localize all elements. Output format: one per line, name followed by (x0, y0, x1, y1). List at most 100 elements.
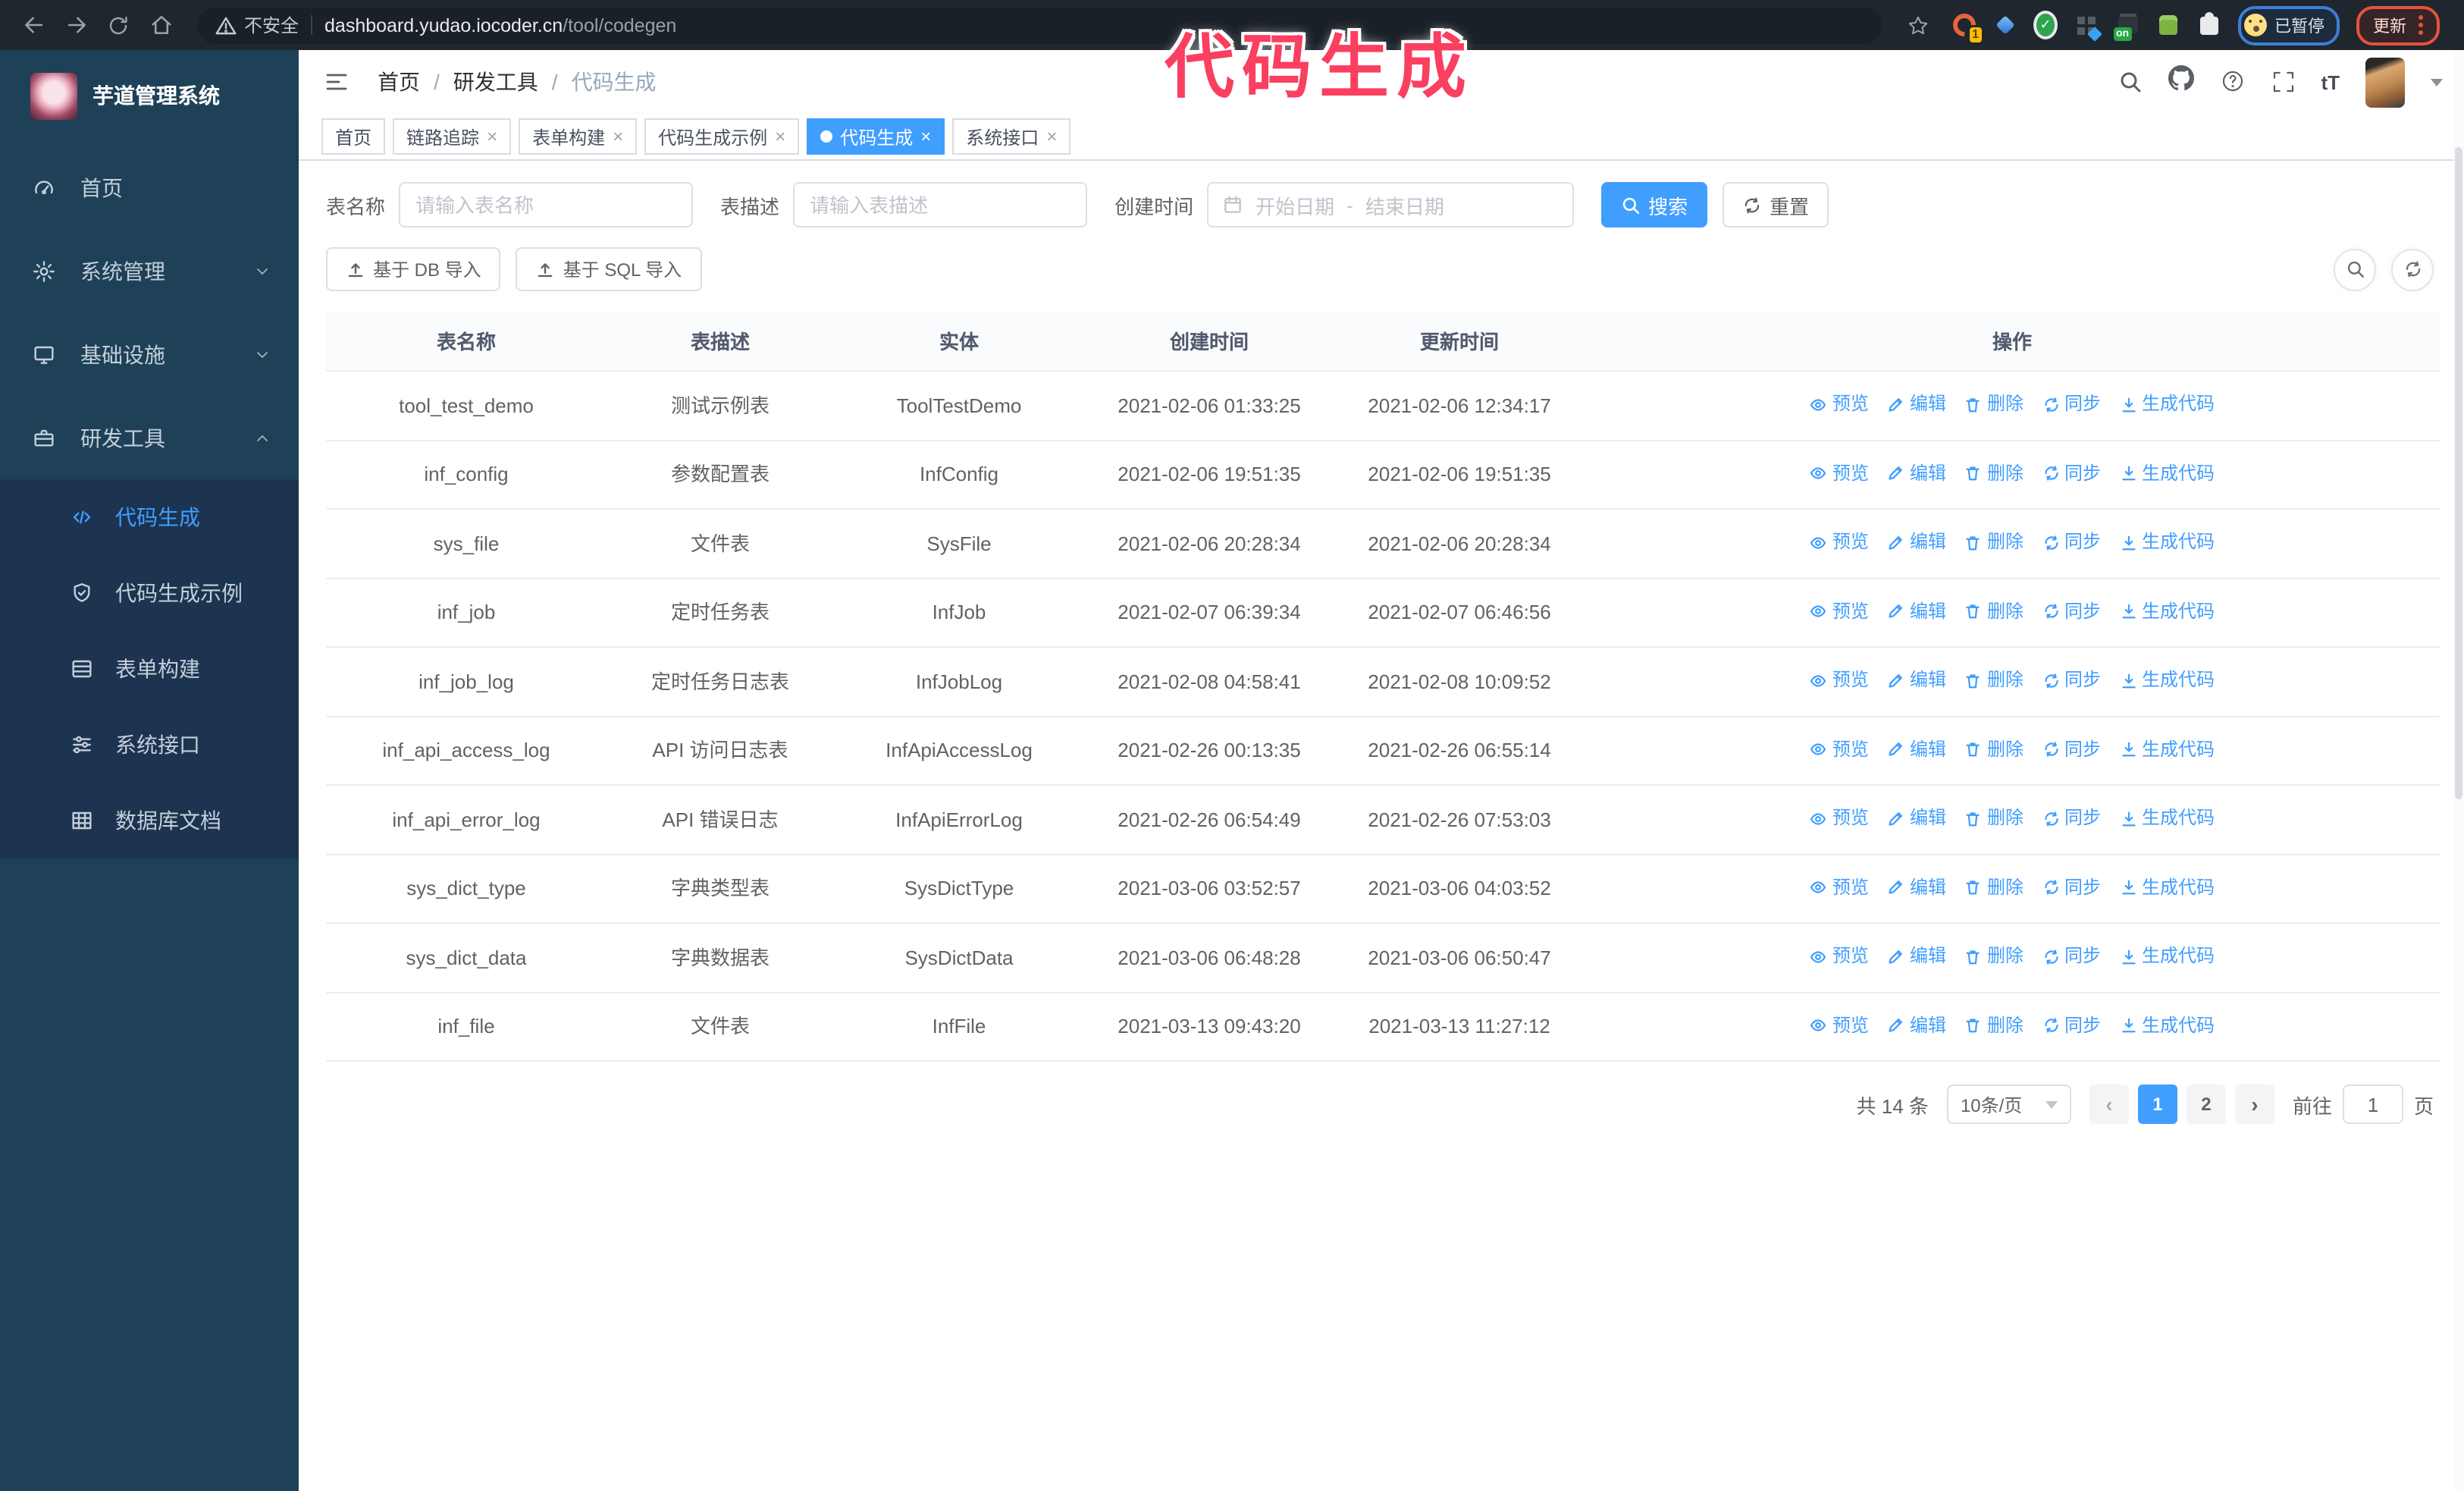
sync-link[interactable]: 同步 (2042, 940, 2101, 972)
page-button-2[interactable]: 2 (2186, 1085, 2226, 1124)
chevron-down-icon[interactable] (2431, 78, 2443, 86)
scrollbar-thumb[interactable] (2455, 147, 2462, 799)
delete-link[interactable]: 删除 (1964, 871, 2024, 903)
tab[interactable]: 链路追踪 × (393, 118, 512, 155)
tab-close-icon[interactable]: × (487, 127, 497, 146)
edit-link[interactable]: 编辑 (1887, 940, 1946, 972)
edit-link[interactable]: 编辑 (1887, 595, 1946, 627)
github-link[interactable] (2168, 65, 2194, 99)
sync-link[interactable]: 同步 (2042, 733, 2101, 765)
kebab-menu-icon[interactable] (2419, 15, 2423, 35)
generate-code-link[interactable]: 生成代码 (2119, 1009, 2215, 1041)
bookmark-star-button[interactable] (1900, 7, 1936, 43)
sidebar-item-infra[interactable]: 基础设施 (0, 312, 299, 396)
preview-link[interactable]: 预览 (1810, 871, 1869, 903)
sync-link[interactable]: 同步 (2042, 664, 2101, 696)
table-desc-input[interactable] (793, 182, 1088, 228)
sidebar-logo-row[interactable]: 芋道管理系统 (0, 50, 299, 126)
delete-link[interactable]: 删除 (1964, 940, 2024, 972)
generate-code-link[interactable]: 生成代码 (2119, 388, 2215, 420)
user-avatar[interactable] (2365, 57, 2405, 107)
sync-link[interactable]: 同步 (2042, 457, 2101, 489)
preview-link[interactable]: 预览 (1810, 664, 1869, 696)
security-warning[interactable]: 不安全 (215, 12, 299, 38)
generate-code-link[interactable]: 生成代码 (2119, 940, 2215, 972)
delete-link[interactable]: 删除 (1964, 1009, 2024, 1041)
sidebar-toggle-button[interactable] (323, 68, 350, 96)
generate-code-link[interactable]: 生成代码 (2119, 595, 2215, 627)
preview-link[interactable]: 预览 (1810, 1009, 1869, 1041)
delete-link[interactable]: 删除 (1964, 388, 2024, 420)
browser-update-button[interactable]: 更新 (2356, 5, 2440, 45)
sync-link[interactable]: 同步 (2042, 388, 2101, 420)
delete-link[interactable]: 删除 (1964, 595, 2024, 627)
preview-link[interactable]: 预览 (1810, 595, 1869, 627)
sidebar-item-codegen[interactable]: 代码生成 (0, 479, 299, 555)
next-page-button[interactable]: › (2234, 1085, 2274, 1124)
edit-link[interactable]: 编辑 (1887, 733, 1946, 765)
toggle-search-button[interactable] (2334, 248, 2376, 290)
breadcrumb-item-home[interactable]: 首页 (378, 67, 420, 97)
scrollbar-track[interactable] (2453, 50, 2464, 1491)
browser-home-button[interactable] (143, 7, 179, 43)
generate-code-link[interactable]: 生成代码 (2119, 664, 2215, 696)
delete-link[interactable]: 删除 (1964, 664, 2024, 696)
tab-close-icon[interactable]: × (775, 127, 785, 146)
delete-link[interactable]: 删除 (1964, 733, 2024, 765)
tab-close-icon[interactable]: × (1046, 127, 1057, 146)
preview-link[interactable]: 预览 (1810, 802, 1869, 834)
sync-link[interactable]: 同步 (2042, 1009, 2101, 1041)
tab[interactable]: 首页 (321, 118, 386, 155)
tab[interactable]: 系统接口 × (952, 118, 1071, 155)
browser-forward-button[interactable] (58, 7, 94, 43)
tab[interactable]: 表单构建 × (519, 118, 638, 155)
browser-back-button[interactable] (15, 7, 52, 43)
preview-link[interactable]: 预览 (1810, 733, 1869, 765)
sync-link[interactable]: 同步 (2042, 526, 2101, 558)
refresh-table-button[interactable] (2391, 248, 2434, 290)
sidebar-item-home[interactable]: 首页 (0, 146, 299, 229)
search-button[interactable]: 搜索 (1601, 182, 1708, 228)
fullscreen-button[interactable] (2271, 68, 2295, 96)
preview-link[interactable]: 预览 (1810, 457, 1869, 489)
extension-icon[interactable] (2197, 11, 2221, 37)
sync-link[interactable]: 同步 (2042, 595, 2101, 627)
generate-code-link[interactable]: 生成代码 (2119, 457, 2215, 489)
page-button-1[interactable]: 1 (2137, 1085, 2177, 1124)
sidebar-item-codegen-example[interactable]: 代码生成示例 (0, 555, 299, 631)
table-name-input[interactable] (399, 182, 694, 228)
help-button[interactable] (2219, 68, 2245, 96)
reset-button[interactable]: 重置 (1723, 182, 1829, 228)
import-sql-button[interactable]: 基于 SQL 导入 (516, 247, 702, 291)
extension-icon[interactable] (2156, 13, 2180, 37)
edit-link[interactable]: 编辑 (1887, 802, 1946, 834)
edit-link[interactable]: 编辑 (1887, 664, 1946, 696)
sidebar-item-system-api[interactable]: 系统接口 (0, 707, 299, 783)
extension-icon[interactable] (1992, 13, 2017, 37)
tab[interactable]: 代码生成示例 × (644, 118, 800, 155)
browser-reload-button[interactable] (100, 7, 136, 43)
delete-link[interactable]: 删除 (1964, 526, 2024, 558)
sidebar-item-db-doc[interactable]: 数据库文档 (0, 783, 299, 859)
edit-link[interactable]: 编辑 (1887, 457, 1946, 489)
paused-extension-badge[interactable]: 已暂停 (2238, 5, 2340, 45)
header-search-button[interactable] (2118, 68, 2142, 96)
extension-icon[interactable]: on (2113, 13, 2140, 41)
sidebar-item-system[interactable]: 系统管理 (0, 229, 299, 312)
sidebar-item-devtools[interactable]: 研发工具 (0, 396, 299, 479)
date-range-picker[interactable]: 开始日期 - 结束日期 (1207, 182, 1575, 228)
prev-page-button[interactable]: ‹ (2089, 1085, 2129, 1124)
generate-code-link[interactable]: 生成代码 (2119, 733, 2215, 765)
edit-link[interactable]: 编辑 (1887, 388, 1946, 420)
address-bar[interactable]: 不安全 dashboard.yudao.iocoder.cn/tool/code… (197, 7, 1882, 43)
breadcrumb-item-devtools[interactable]: 研发工具 (453, 67, 538, 97)
generate-code-link[interactable]: 生成代码 (2119, 526, 2215, 558)
sync-link[interactable]: 同步 (2042, 871, 2101, 903)
tab-close-icon[interactable]: × (613, 127, 623, 146)
delete-link[interactable]: 删除 (1964, 802, 2024, 834)
edit-link[interactable]: 编辑 (1887, 526, 1946, 558)
tab[interactable]: 代码生成 × (807, 118, 945, 155)
delete-link[interactable]: 删除 (1964, 457, 2024, 489)
import-db-button[interactable]: 基于 DB 导入 (326, 247, 501, 291)
sidebar-item-form-builder[interactable]: 表单构建 (0, 631, 299, 707)
